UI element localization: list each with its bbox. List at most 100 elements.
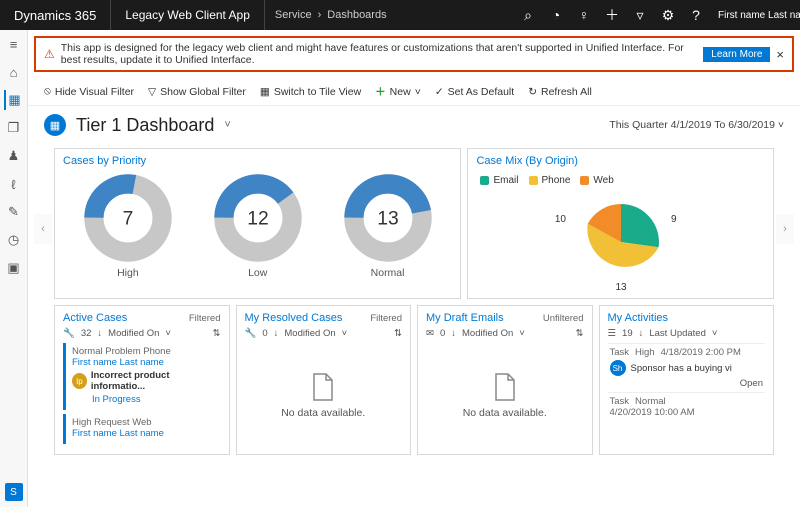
- donut-label: Low: [248, 267, 267, 279]
- warning-icon: ⚠: [44, 47, 55, 61]
- donut-chart: 13: [343, 173, 433, 263]
- activity-item[interactable]: TaskHigh4/18/2019 2:00 PM ShSponsor has …: [608, 343, 766, 392]
- add-icon[interactable]: ＋: [598, 0, 626, 30]
- case-mix-origin-card: Case Mix (By Origin) Email Phone Web: [467, 148, 774, 299]
- chevron-down-icon: ˅: [415, 86, 421, 98]
- scroll-left-button[interactable]: ‹: [34, 214, 52, 244]
- filter-status: Filtered: [370, 313, 402, 324]
- copy-icon[interactable]: ❐: [4, 118, 24, 138]
- pin-icon[interactable]: ✎: [4, 202, 24, 222]
- check-icon: ✓: [435, 86, 444, 98]
- show-global-filter-button[interactable]: ▽Show Global Filter: [148, 84, 246, 99]
- hide-visual-filter-button[interactable]: ⦸Hide Visual Filter: [44, 84, 134, 99]
- avatar: Ip: [72, 373, 87, 389]
- card-title: My Draft Emails: [426, 312, 504, 324]
- gear-icon[interactable]: ⚙: [654, 0, 682, 30]
- hamburger-icon[interactable]: ≡: [4, 34, 24, 54]
- list-settings-icon[interactable]: ⇅: [394, 328, 402, 339]
- sort-arrow-icon[interactable]: ↓: [274, 328, 279, 339]
- light-bulb-icon[interactable]: ♀: [570, 0, 598, 30]
- mail-icon: ✉: [426, 328, 434, 339]
- new-button[interactable]: ＋New˅: [375, 84, 421, 99]
- plus-icon: ＋: [375, 84, 386, 99]
- switch-tile-view-button[interactable]: ▦Switch to Tile View: [260, 84, 361, 99]
- chevron-right-icon: ›: [318, 9, 322, 21]
- card-title: Active Cases: [63, 312, 127, 324]
- close-icon[interactable]: ×: [776, 47, 784, 62]
- card-title: Case Mix (By Origin): [476, 155, 765, 167]
- case-item[interactable]: Normal Problem Phone First name Last nam…: [63, 343, 221, 410]
- dashboard-title: Tier 1 Dashboard: [76, 115, 214, 136]
- file-icon: [311, 373, 335, 401]
- case-count: 32: [81, 328, 92, 339]
- eye-off-icon: ⦸: [44, 85, 51, 98]
- sort-arrow-icon[interactable]: ↓: [97, 328, 102, 339]
- assistant-icon[interactable]: ◔: [542, 0, 570, 30]
- pie-chart[interactable]: 9 13 10: [521, 192, 721, 292]
- sidebar-badge[interactable]: S: [5, 483, 23, 501]
- dashboard-avatar: ▦: [44, 114, 66, 136]
- search-icon[interactable]: ⌕: [514, 0, 542, 30]
- activity-item[interactable]: TaskNormal 4/20/2019 10:00 AM: [608, 392, 766, 421]
- sort-arrow-icon[interactable]: ↓: [451, 328, 456, 339]
- case-item[interactable]: High Request Web First name Last name: [63, 414, 221, 444]
- sort-field[interactable]: Modified On: [284, 328, 335, 339]
- app-name[interactable]: Legacy Web Client App: [111, 0, 265, 30]
- no-data-message: No data available.: [245, 343, 403, 448]
- cases-by-priority-card: Cases by Priority 7 High: [54, 148, 461, 299]
- clock-icon[interactable]: ◷: [4, 230, 24, 250]
- sort-arrow-icon[interactable]: ↓: [639, 328, 644, 339]
- donut-normal[interactable]: 13 Normal: [343, 173, 433, 279]
- draft-emails-card: My Draft Emails Unfiltered ✉ 0 ↓ Modifie…: [417, 305, 593, 455]
- brand[interactable]: Dynamics 365: [0, 0, 111, 30]
- command-bar: ⦸Hide Visual Filter ▽Show Global Filter …: [28, 78, 800, 106]
- sort-field[interactable]: Modified On: [108, 328, 159, 339]
- avatar: Sh: [610, 360, 626, 376]
- filter-status: Filtered: [189, 313, 221, 324]
- donut-value: 13: [377, 208, 398, 229]
- dashboard-icon[interactable]: ▦: [4, 90, 24, 110]
- warning-text: This app is designed for the legacy web …: [61, 42, 698, 66]
- sort-field[interactable]: Modified On: [462, 328, 513, 339]
- filter-icon[interactable]: ▿: [626, 0, 654, 30]
- learn-more-button[interactable]: Learn More: [703, 47, 770, 62]
- active-cases-card: Active Cases Filtered 🔧 32 ↓ Modified On…: [54, 305, 230, 455]
- dashboard-selector[interactable]: ˅: [224, 119, 230, 131]
- grid-icon[interactable]: ▣: [4, 258, 24, 278]
- dashboard-content: ‹ › Cases by Priority 7 High: [28, 144, 800, 507]
- top-bar: Dynamics 365 Legacy Web Client App Servi…: [0, 0, 800, 30]
- period-selector[interactable]: This Quarter 4/1/2019 To 6/30/2019 ˅: [609, 119, 784, 131]
- breadcrumb-area: Service: [275, 9, 312, 21]
- scroll-right-button[interactable]: ›: [776, 214, 794, 244]
- list-icon: ☰: [608, 328, 617, 339]
- set-default-button[interactable]: ✓Set As Default: [435, 84, 514, 99]
- donut-chart: 7: [83, 173, 173, 263]
- pie-label-phone: 13: [615, 282, 627, 292]
- legacy-warning-banner: ⚠ This app is designed for the legacy we…: [34, 36, 794, 72]
- sidebar: ≡ ⌂ ▦ ❐ ♟ ℓ ✎ ◷ ▣ S: [0, 30, 28, 507]
- refresh-icon: ↻: [528, 86, 537, 98]
- refresh-button[interactable]: ↻Refresh All: [528, 84, 592, 99]
- tiles-icon: ▦: [260, 86, 270, 98]
- donut-label: High: [117, 267, 139, 279]
- donut-value: 7: [123, 208, 134, 229]
- home-icon[interactable]: ⌂: [4, 62, 24, 82]
- funnel-icon: ▽: [148, 86, 156, 98]
- link-icon[interactable]: ℓ: [4, 174, 24, 194]
- file-icon: [493, 373, 517, 401]
- resolved-cases-card: My Resolved Cases Filtered 🔧 0 ↓ Modifie…: [236, 305, 412, 455]
- user-menu[interactable]: First name Last na...: [710, 0, 800, 30]
- list-settings-icon[interactable]: ⇅: [576, 328, 584, 339]
- donut-low[interactable]: 12 Low: [213, 173, 303, 279]
- contacts-icon[interactable]: ♟: [4, 146, 24, 166]
- pie-label-web: 10: [555, 214, 567, 225]
- donut-high[interactable]: 7 High: [83, 173, 173, 279]
- pie-label-email: 9: [671, 214, 677, 225]
- breadcrumb[interactable]: Service › Dashboards: [265, 9, 397, 21]
- legend: Email Phone Web: [476, 173, 765, 192]
- donut-label: Normal: [371, 267, 405, 279]
- list-settings-icon[interactable]: ⇅: [213, 328, 221, 339]
- help-icon[interactable]: ?: [682, 0, 710, 30]
- breadcrumb-page: Dashboards: [327, 9, 386, 21]
- sort-field[interactable]: Last Updated: [649, 328, 706, 339]
